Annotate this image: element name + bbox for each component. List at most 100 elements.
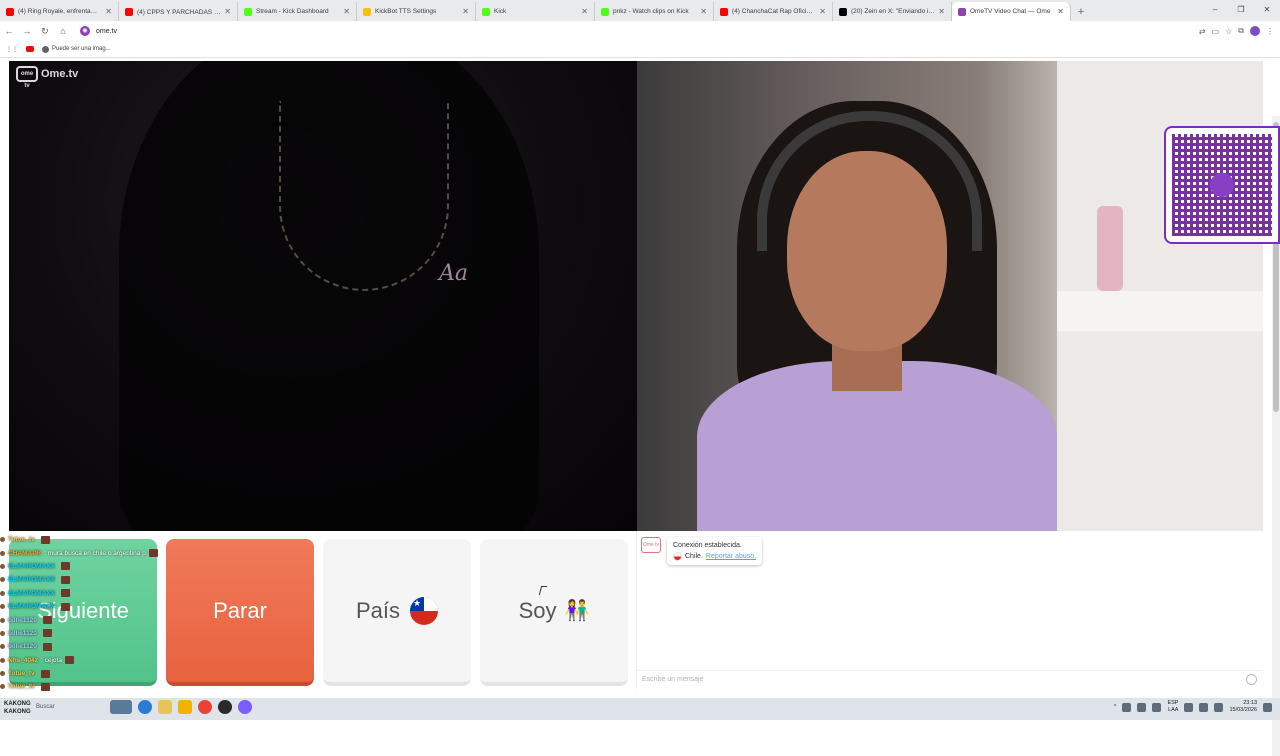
tab-label: Stream - Kick Dashboard — [256, 8, 329, 15]
volume-icon[interactable] — [1199, 702, 1209, 712]
windows-taskbar: KAKONG KAKONG Buscar ^ ESP LAA 23:13 15/… — [0, 698, 1280, 720]
forward-icon[interactable]: → — [18, 26, 36, 36]
overlay-chat-line: ELMAROMAXX — [0, 587, 200, 600]
language-indicator[interactable]: ESP LAA — [1167, 700, 1178, 714]
tab-close-icon[interactable]: ✕ — [462, 7, 469, 16]
tab-close-icon[interactable]: ✕ — [700, 7, 707, 16]
browser-tab[interactable]: Kick ✕ — [476, 2, 595, 21]
tray-app-icon[interactable] — [1152, 702, 1162, 712]
qr-code-overlay — [1164, 126, 1280, 244]
couple-icon: 👫 — [564, 600, 590, 622]
user-badge-icon — [0, 550, 5, 556]
tab-close-icon[interactable]: ✕ — [224, 7, 231, 16]
discord-icon[interactable] — [238, 700, 252, 714]
emote-icon — [42, 629, 52, 638]
overlay-username: ELMAROMAXX — [8, 603, 55, 611]
minimize-button[interactable]: – — [1202, 0, 1228, 21]
emote-icon — [148, 549, 158, 558]
browser-tab[interactable]: pnkz - Watch clips on Kick ✕ — [595, 2, 714, 21]
taskbar-start[interactable]: KAKONG KAKONG — [4, 700, 31, 716]
overlay-username: Totue_tv — [8, 670, 35, 678]
extensions-icon[interactable]: ⧉ — [1238, 26, 1244, 36]
browser-tab[interactable]: OmeTV Video Chat — Ome ✕ — [952, 2, 1071, 21]
user-badge-icon — [0, 590, 5, 596]
back-icon[interactable]: ← — [0, 26, 18, 36]
tab-close-icon[interactable]: ✕ — [581, 7, 588, 16]
tab-close-icon[interactable]: ✕ — [819, 7, 826, 16]
connection-bubble: Conexión establecida. Chile. Reportar ab… — [667, 537, 763, 565]
tray-chevron-icon[interactable]: ^ — [1114, 704, 1117, 710]
overlay-message: : mura busca en chile o argentina p — [44, 549, 146, 557]
overlay-username: billie1120 — [8, 616, 37, 624]
close-window-button[interactable]: ✕ — [1254, 0, 1280, 21]
url-field[interactable]: ◉ ome.tv — [76, 24, 1156, 39]
new-tab-button[interactable]: + — [1071, 2, 1091, 21]
tab-close-icon[interactable]: ✕ — [938, 7, 945, 16]
tab-close-icon[interactable]: ✕ — [343, 7, 350, 16]
tab-favicon-icon — [720, 7, 728, 16]
browser-tab[interactable]: (4) ChanchaCat Rap Oficial - Yo ✕ — [714, 2, 833, 21]
clock-time: 23:13 — [1243, 700, 1257, 706]
folder-icon[interactable] — [178, 700, 192, 714]
emote-icon — [40, 669, 50, 678]
tab-close-icon[interactable]: ✕ — [1057, 7, 1064, 16]
ometv-small-icon: Ome tv — [641, 537, 661, 553]
notifications-icon[interactable] — [1263, 702, 1272, 712]
browser-tab[interactable]: (4) Ring Royale, enfrentamiento ✕ — [0, 2, 119, 21]
emote-icon — [40, 682, 50, 691]
network-icon[interactable] — [1184, 702, 1194, 712]
reload-icon[interactable]: ↻ — [36, 26, 54, 37]
bookmark-label: Puede ser una imag... — [52, 46, 111, 52]
profile-avatar[interactable] — [1250, 26, 1260, 36]
cast-icon[interactable]: ▭ — [1212, 27, 1220, 36]
lang-code: ESP — [1167, 700, 1179, 706]
tab-favicon-icon — [363, 7, 371, 16]
tab-label: Kick — [494, 8, 507, 15]
browser-tab[interactable]: Stream - Kick Dashboard ✕ — [238, 2, 357, 21]
obs-icon[interactable] — [218, 700, 232, 714]
site-info-icon[interactable]: ◉ — [80, 26, 90, 36]
browser-tab-strip: (4) Ring Royale, enfrentamiento ✕ (4) CPPS… — [0, 0, 1280, 21]
clock[interactable]: 23:13 15/03/2026 — [1229, 700, 1257, 714]
gender-filter-button[interactable]: Soy 👫 — [480, 539, 628, 686]
browser-tab[interactable]: (4) CPPS Y PARCHADAS 🔥 F ✕ — [119, 2, 238, 21]
browser-tab[interactable]: (20) Zein en X: "Enviando invita ✕ — [833, 2, 952, 21]
user-badge-icon — [0, 684, 5, 690]
overlay-chat-line: billie1120 — [0, 640, 200, 653]
tray-app-icon[interactable] — [1122, 702, 1132, 712]
maximize-button[interactable]: ❐ — [1228, 0, 1254, 21]
tab-label: (4) CPPS Y PARCHADAS 🔥 F — [137, 8, 222, 16]
local-video: Aa ome tv Ome.tv — [9, 61, 637, 531]
report-abuse-link[interactable]: Reportar abuso. — [706, 551, 756, 562]
tray-app-icon[interactable] — [1137, 702, 1147, 712]
star-icon[interactable]: ☆ — [1225, 27, 1232, 36]
system-message: Ome tv Conexión establecida. Chile. Repo… — [641, 537, 763, 565]
home-icon[interactable]: ⌂ — [54, 26, 72, 36]
user-badge-icon — [0, 577, 5, 583]
emote-icon — [60, 575, 70, 584]
tab-close-icon[interactable]: ✕ — [105, 7, 112, 16]
chrome-icon[interactable] — [198, 700, 212, 714]
overlay-username: CHAMAPR — [8, 549, 42, 557]
file-explorer-icon[interactable] — [158, 700, 172, 714]
browser-tab[interactable]: KickBot TTS Settings ✕ — [357, 2, 476, 21]
search-box[interactable]: Buscar — [36, 704, 55, 710]
apps-icon[interactable]: ⋮⋮ — [6, 46, 18, 53]
chain-necklace — [279, 101, 449, 291]
bookmark-item[interactable]: Puede ser una imag... — [42, 45, 111, 53]
translate-icon[interactable]: ⇄ — [1199, 27, 1206, 36]
edge-icon[interactable] — [138, 700, 152, 714]
user-badge-icon — [0, 563, 5, 569]
tab-label: pnkz - Watch clips on Kick — [613, 8, 689, 15]
menu-icon[interactable]: ⋮ — [1266, 27, 1274, 36]
country-filter-button[interactable]: País ★ — [323, 539, 471, 686]
landscape-app-icon[interactable] — [110, 700, 132, 714]
battery-icon[interactable] — [1214, 702, 1224, 712]
user-badge-icon — [0, 657, 5, 663]
youtube-bookmark-icon[interactable] — [26, 46, 34, 52]
emote-icon — [40, 535, 50, 544]
qr-code-icon — [1172, 134, 1272, 236]
tv-icon: ome tv — [16, 66, 38, 89]
message-input[interactable]: Escribe un mensaje — [636, 670, 1263, 688]
emoji-icon[interactable] — [1246, 674, 1257, 685]
